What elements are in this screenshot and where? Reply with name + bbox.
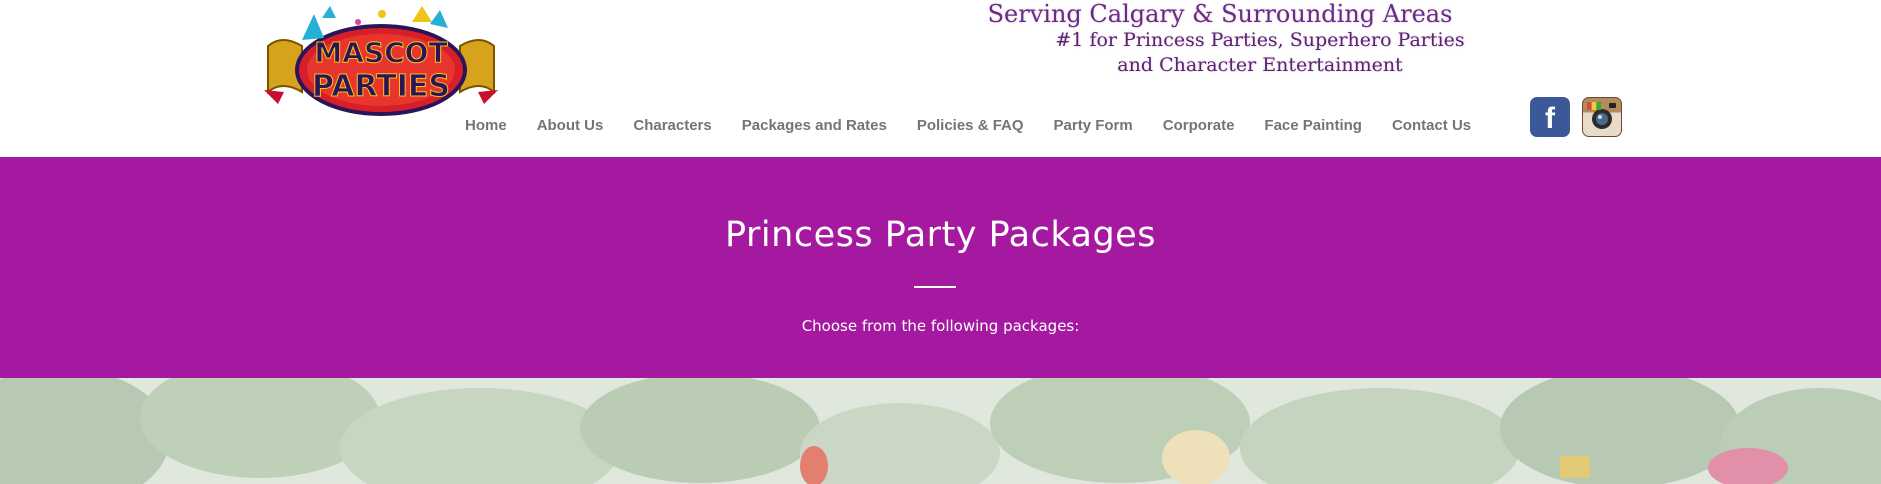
- tagline-serving: Serving Calgary & Surrounding Areas: [987, 0, 1453, 28]
- nav-policies-faq[interactable]: Policies & FAQ: [902, 114, 1039, 138]
- tagline-number-one: #1 for Princess Parties, Superhero Parti…: [1055, 29, 1465, 51]
- nav-home[interactable]: Home: [450, 114, 522, 138]
- nav-contact-us[interactable]: Contact Us: [1377, 114, 1486, 138]
- camera-lens-icon: [1587, 102, 1616, 129]
- princess-party-photo: [0, 378, 1881, 484]
- instagram-icon[interactable]: [1582, 97, 1622, 137]
- title-divider: [914, 286, 956, 288]
- social-links: f: [1530, 97, 1622, 137]
- nav-packages-and-rates[interactable]: Packages and Rates: [727, 114, 902, 138]
- site-header: MASCOT PARTIES Serving Calgary & Surroun…: [0, 0, 1881, 157]
- facebook-letter: f: [1545, 102, 1555, 135]
- hero-banner: Princess Party Packages Choose from the …: [0, 157, 1881, 378]
- tagline-character: and Character Entertainment: [1117, 54, 1403, 76]
- nav-corporate[interactable]: Corporate: [1148, 114, 1250, 138]
- nav-party-form[interactable]: Party Form: [1039, 114, 1148, 138]
- facebook-icon[interactable]: f: [1530, 97, 1570, 137]
- mascot-parties-logo[interactable]: MASCOT PARTIES: [262, 4, 500, 118]
- svg-text:MASCOT: MASCOT: [314, 36, 447, 69]
- page-title: Princess Party Packages: [725, 215, 1156, 255]
- main-nav: Home About Us Characters Packages and Ra…: [450, 114, 1486, 138]
- nav-face-painting[interactable]: Face Painting: [1249, 114, 1377, 138]
- svg-text:PARTIES: PARTIES: [312, 69, 450, 104]
- nav-about-us[interactable]: About Us: [522, 114, 619, 138]
- nav-characters[interactable]: Characters: [618, 114, 726, 138]
- hero-subtitle: Choose from the following packages:: [801, 317, 1080, 335]
- outdoor-scene-image: [0, 378, 1881, 484]
